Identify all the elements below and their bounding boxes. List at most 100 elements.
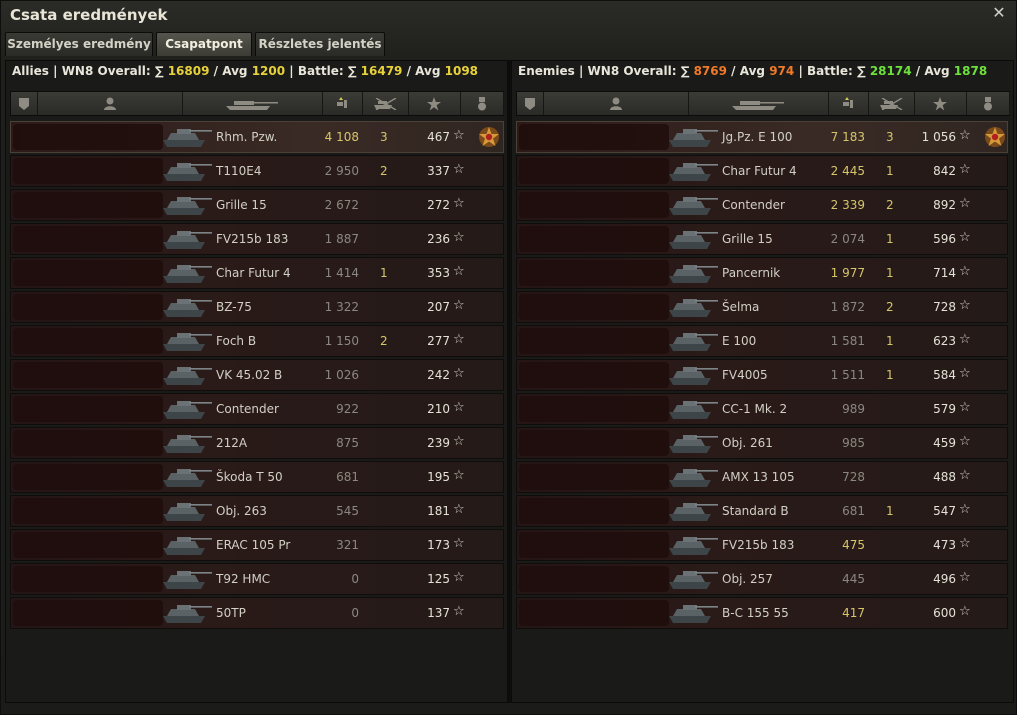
table-row[interactable]: FV215b 183 1 887 236 ☆ bbox=[10, 223, 504, 255]
kills-value: 3 bbox=[380, 130, 388, 144]
damage-value: 2 950 bbox=[324, 164, 359, 178]
column-damage-icon[interactable] bbox=[828, 92, 869, 115]
column-platoon-icon[interactable] bbox=[11, 92, 38, 115]
table-row[interactable]: B-C 155 55 417 600 ☆ bbox=[516, 597, 1008, 629]
kills-value: 1 bbox=[886, 504, 894, 518]
wn8-label: WN8 Overall: bbox=[587, 64, 677, 78]
column-kills-icon[interactable] bbox=[868, 92, 915, 115]
column-medal-icon[interactable] bbox=[966, 92, 1010, 115]
vehicle-name: Obj. 261 bbox=[722, 436, 773, 450]
column-damage-icon[interactable] bbox=[322, 92, 363, 115]
damage-value: 475 bbox=[842, 538, 865, 552]
vehicle-name: FV215b 183 bbox=[216, 232, 289, 246]
table-row[interactable]: Contender 2 339 2 892 ☆ bbox=[516, 189, 1008, 221]
enemies-panel: Enemies | WN8 Overall: ∑ 8769 / Avg 974 … bbox=[511, 60, 1014, 703]
table-row[interactable]: Šelma 1 872 2 728 ☆ bbox=[516, 291, 1008, 323]
table-row[interactable]: Obj. 257 445 496 ☆ bbox=[516, 563, 1008, 595]
table-row[interactable]: T110E4 2 950 2 337 ☆ bbox=[10, 155, 504, 187]
table-row[interactable]: Standard B 681 1 547 ☆ bbox=[516, 495, 1008, 527]
table-row[interactable]: T92 HMC 0 125 ☆ bbox=[10, 563, 504, 595]
table-row[interactable]: E 100 1 581 1 623 ☆ bbox=[516, 325, 1008, 357]
xp-star-icon bbox=[427, 96, 441, 110]
xp-value: 277 bbox=[427, 334, 450, 348]
tab-team-score[interactable]: Csapatpont bbox=[156, 32, 252, 56]
table-row[interactable]: Foch B 1 150 2 277 ☆ bbox=[10, 325, 504, 357]
vehicle-name: Grille 15 bbox=[216, 198, 267, 212]
medal-icon bbox=[477, 96, 486, 110]
star-icon: ☆ bbox=[453, 332, 465, 347]
column-player-icon[interactable] bbox=[543, 92, 689, 115]
kills-value: 2 bbox=[886, 198, 894, 212]
table-row[interactable]: Grille 15 2 074 1 596 ☆ bbox=[516, 223, 1008, 255]
damage-value: 985 bbox=[842, 436, 865, 450]
table-row[interactable]: Jg.Pz. E 100 7 183 3 1 056 ☆ bbox=[516, 121, 1008, 153]
tab-personal-results[interactable]: Személyes eredmény bbox=[5, 32, 153, 56]
table-row[interactable]: Grille 15 2 672 272 ☆ bbox=[10, 189, 504, 221]
star-icon: ☆ bbox=[959, 298, 971, 313]
star-icon: ☆ bbox=[453, 366, 465, 381]
table-row[interactable]: BZ-75 1 322 207 ☆ bbox=[10, 291, 504, 323]
table-row[interactable]: ERAC 105 Pr 321 173 ☆ bbox=[10, 529, 504, 561]
overall-avg: 974 bbox=[769, 64, 795, 78]
star-icon: ☆ bbox=[959, 604, 971, 619]
column-tank-icon[interactable] bbox=[182, 92, 323, 115]
star-icon: ☆ bbox=[959, 434, 971, 449]
damage-value: 321 bbox=[336, 538, 359, 552]
column-platoon-icon[interactable] bbox=[517, 92, 544, 115]
damage-value: 1 581 bbox=[830, 334, 865, 348]
player-icon bbox=[103, 97, 116, 110]
tank-image-icon bbox=[667, 226, 719, 252]
wn8-label: WN8 Overall: bbox=[61, 64, 151, 78]
tank-image-icon bbox=[161, 260, 213, 286]
player-name-redacted bbox=[13, 226, 163, 252]
allies-column-header bbox=[10, 91, 504, 116]
vehicle-name: B-C 155 55 bbox=[722, 606, 789, 620]
enemies-summary: Enemies | WN8 Overall: ∑ 8769 / Avg 974 … bbox=[518, 64, 987, 82]
xp-value: 496 bbox=[933, 572, 956, 586]
table-row[interactable]: CC-1 Mk. 2 989 579 ☆ bbox=[516, 393, 1008, 425]
star-icon: ☆ bbox=[959, 570, 971, 585]
player-name-redacted bbox=[519, 430, 669, 456]
table-row[interactable]: VK 45.02 B 1 026 242 ☆ bbox=[10, 359, 504, 391]
player-name-redacted bbox=[13, 498, 163, 524]
table-row[interactable]: Obj. 263 545 181 ☆ bbox=[10, 495, 504, 527]
top-gun-medal-icon[interactable] bbox=[478, 126, 500, 148]
table-row[interactable]: Contender 922 210 ☆ bbox=[10, 393, 504, 425]
vehicle-name: Škoda T 50 bbox=[216, 470, 283, 484]
top-gun-medal-icon[interactable] bbox=[984, 126, 1006, 148]
player-name-redacted bbox=[519, 498, 669, 524]
table-row[interactable]: 212A 875 239 ☆ bbox=[10, 427, 504, 459]
kills-value: 3 bbox=[886, 130, 894, 144]
column-medal-icon[interactable] bbox=[460, 92, 504, 115]
table-row[interactable]: AMX 13 105 728 488 ☆ bbox=[516, 461, 1008, 493]
table-row[interactable]: FV4005 1 511 1 584 ☆ bbox=[516, 359, 1008, 391]
column-kills-icon[interactable] bbox=[362, 92, 409, 115]
table-row[interactable]: Char Futur 4 2 445 1 842 ☆ bbox=[516, 155, 1008, 187]
tab-detailed-report[interactable]: Részletes jelentés bbox=[255, 32, 385, 56]
column-xp-star-icon[interactable] bbox=[914, 92, 967, 115]
damage-value: 2 074 bbox=[830, 232, 865, 246]
battle-label: Battle: bbox=[297, 64, 344, 78]
damage-value: 875 bbox=[336, 436, 359, 450]
tank-icon bbox=[732, 100, 784, 110]
table-row[interactable]: Obj. 261 985 459 ☆ bbox=[516, 427, 1008, 459]
table-row[interactable]: Rhm. Pzw. 4 108 3 467 ☆ bbox=[10, 121, 504, 153]
tank-image-icon bbox=[667, 192, 719, 218]
close-icon[interactable]: ✕ bbox=[990, 4, 1008, 22]
table-row[interactable]: 50TP 0 137 ☆ bbox=[10, 597, 504, 629]
table-row[interactable]: Char Futur 4 1 414 1 353 ☆ bbox=[10, 257, 504, 289]
tank-image-icon bbox=[667, 260, 719, 286]
table-row[interactable]: Pancernik 1 977 1 714 ☆ bbox=[516, 257, 1008, 289]
xp-value: 173 bbox=[427, 538, 450, 552]
damage-value: 2 339 bbox=[830, 198, 865, 212]
column-player-icon[interactable] bbox=[37, 92, 183, 115]
column-tank-icon[interactable] bbox=[688, 92, 829, 115]
overall-sum: 8769 bbox=[693, 64, 727, 78]
table-row[interactable]: Škoda T 50 681 195 ☆ bbox=[10, 461, 504, 493]
table-row[interactable]: FV215b 183 475 473 ☆ bbox=[516, 529, 1008, 561]
kills-icon bbox=[374, 97, 397, 110]
column-xp-star-icon[interactable] bbox=[408, 92, 461, 115]
damage-value: 681 bbox=[842, 504, 865, 518]
player-name-redacted bbox=[13, 362, 163, 388]
vehicle-name: AMX 13 105 bbox=[722, 470, 795, 484]
